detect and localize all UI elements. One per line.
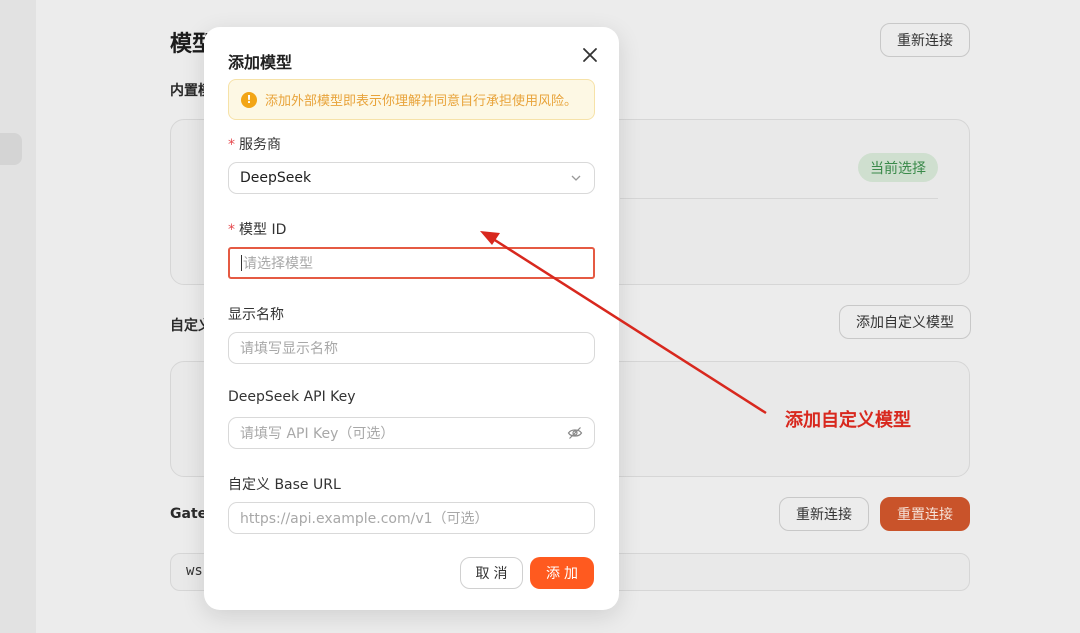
chevron-down-icon [571, 175, 581, 181]
close-icon[interactable] [580, 45, 600, 65]
base-url-label: 自定义 Base URL [228, 477, 341, 493]
model-id-input[interactable]: 请选择模型 [228, 247, 595, 279]
sidebar-active-item[interactable] [0, 133, 22, 165]
gateway-url-text: ws [186, 563, 203, 579]
reset-connection-button[interactable]: 重置连接 [880, 497, 970, 531]
api-key-label: DeepSeek API Key [228, 389, 356, 405]
display-name-label: 显示名称 [228, 307, 284, 323]
card-divider [620, 198, 938, 199]
text-caret [241, 255, 242, 271]
model-id-label-text: 模型 ID [239, 222, 287, 238]
reconnect-button[interactable]: 重新连接 [779, 497, 869, 531]
sidebar [0, 0, 36, 633]
current-selection-badge: 当前选择 [858, 153, 938, 182]
add-custom-model-button[interactable]: 添加自定义模型 [839, 305, 971, 339]
provider-value: DeepSeek [240, 170, 312, 186]
api-key-input[interactable]: 请填写 API Key（可选） [228, 417, 595, 449]
display-name-input[interactable]: 请填写显示名称 [228, 332, 595, 364]
add-model-dialog: 添加模型 ! 添加外部模型即表示你理解并同意自行承担使用风险。 * 服务商 Dee… [204, 27, 619, 610]
warning-icon: ! [241, 91, 257, 108]
add-button[interactable]: 添加 [530, 557, 594, 589]
provider-select[interactable]: DeepSeek [228, 162, 595, 194]
annotation-label: 添加自定义模型 [785, 410, 911, 431]
base-url-placeholder: https://api.example.com/v1（可选） [240, 511, 489, 527]
eye-off-icon[interactable] [567, 425, 583, 441]
provider-label: * 服务商 [228, 134, 281, 154]
dialog-title: 添加模型 [228, 53, 293, 72]
required-mark: * [228, 222, 235, 238]
cancel-button[interactable]: 取消 [460, 557, 523, 589]
gateway-heading: Gate [170, 506, 208, 522]
model-id-label: * 模型 ID [228, 219, 286, 239]
reconnect-top-button[interactable]: 重新连接 [880, 23, 970, 57]
model-id-placeholder: 请选择模型 [243, 256, 313, 272]
display-name-placeholder: 请填写显示名称 [240, 341, 338, 357]
base-url-input[interactable]: https://api.example.com/v1（可选） [228, 502, 595, 534]
warning-text: 添加外部模型即表示你理解并同意自行承担使用风险。 [265, 94, 578, 109]
api-key-placeholder: 请填写 API Key（可选） [240, 426, 395, 442]
required-mark: * [228, 137, 235, 153]
risk-warning: ! 添加外部模型即表示你理解并同意自行承担使用风险。 [228, 79, 595, 120]
provider-label-text: 服务商 [239, 137, 281, 153]
